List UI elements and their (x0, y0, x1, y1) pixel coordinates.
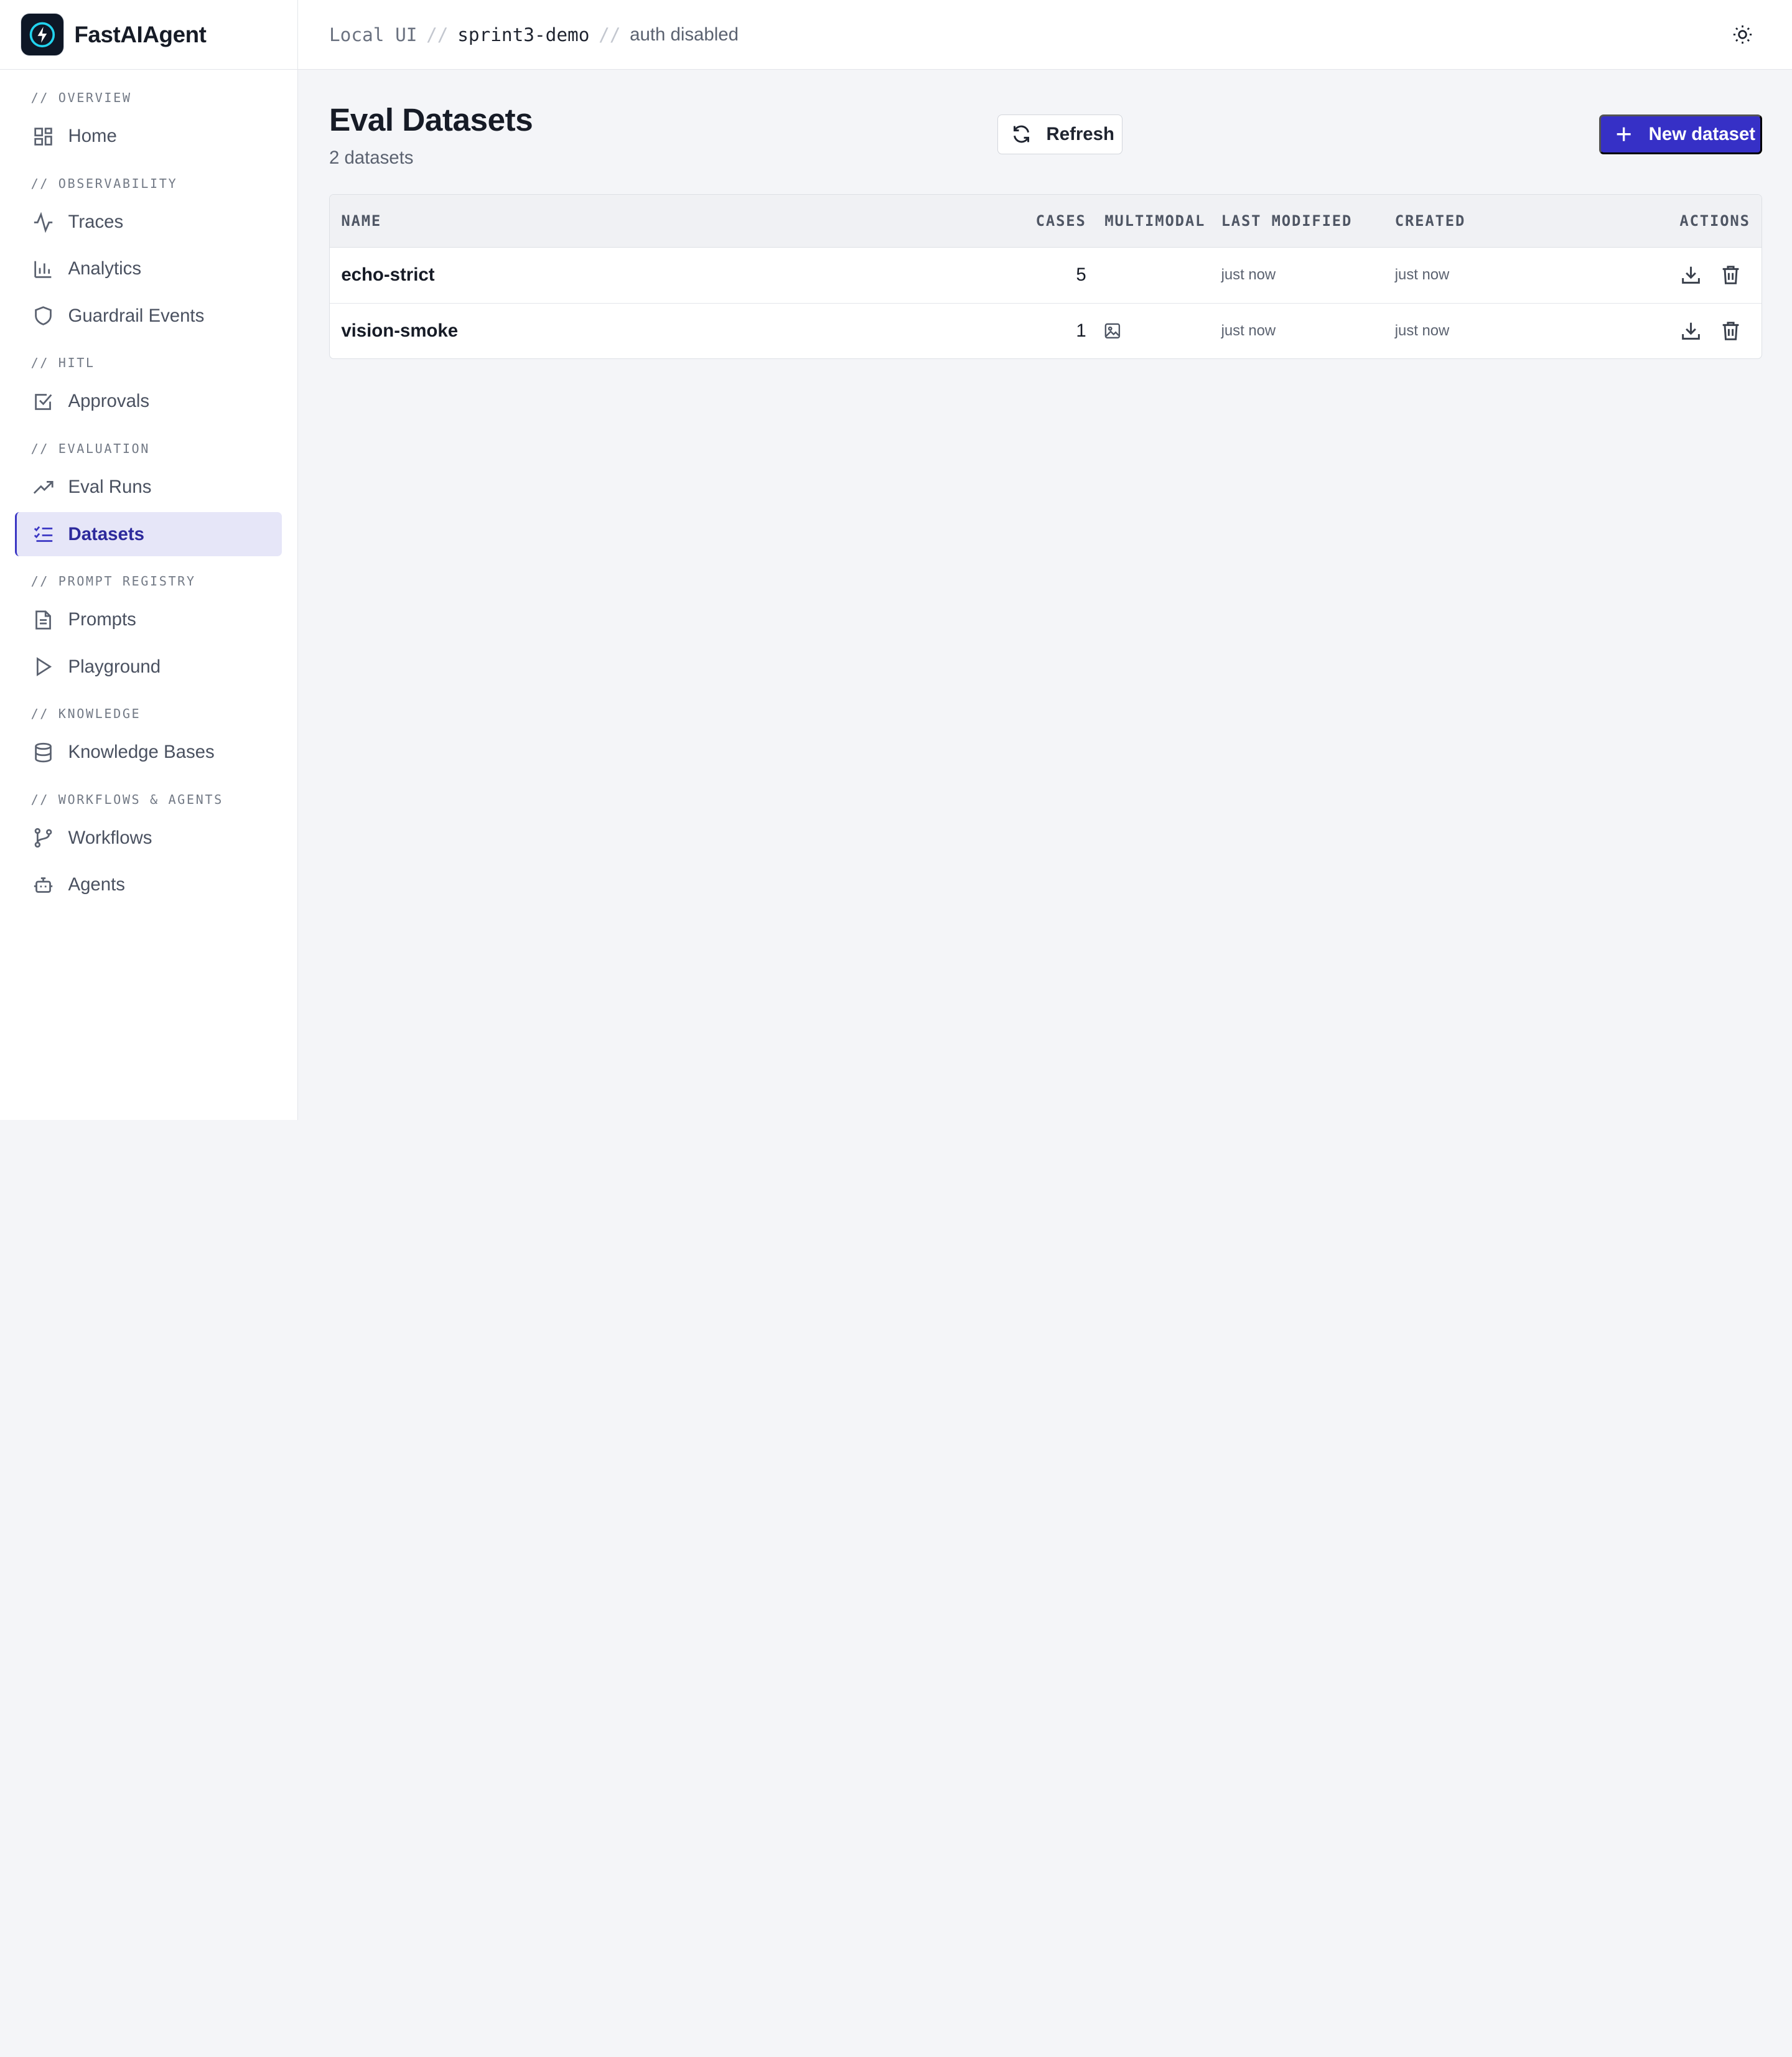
activity-icon (33, 212, 54, 233)
main-content: Local UI // sprint3-demo // auth disable… (298, 0, 1792, 1120)
image-icon (1104, 304, 1121, 358)
shield-icon (33, 306, 54, 326)
auth-status: auth disabled (630, 24, 739, 45)
sidebar-item-label: Analytics (68, 258, 142, 279)
sidebar-item-label: Agents (68, 874, 125, 895)
sidebar-item-datasets[interactable]: Datasets (14, 511, 282, 557)
sidebar-item-label: Eval Runs (68, 477, 152, 498)
dataset-cases: 1 (1076, 320, 1086, 341)
dataset-cases: 5 (1076, 264, 1086, 285)
section-label-prompt-registry: // PROMPT REGISTRY (30, 574, 196, 589)
sidebar-item-label: Home (68, 126, 117, 147)
breadcrumb-separator: // (426, 24, 449, 45)
app-root: FastAIAgent // OVERVIEW Home // OBSERVAB… (0, 0, 1792, 1120)
sidebar-nav: // OVERVIEW Home // OBSERVABILITY Traces (0, 70, 297, 907)
dataset-last-modified: just now (1221, 266, 1276, 283)
table-row[interactable]: echo-strict 5 just now just now (329, 248, 1762, 304)
download-icon[interactable] (1681, 320, 1701, 341)
new-dataset-button[interactable]: New dataset (1598, 114, 1763, 154)
sidebar-item-agents[interactable]: Agents (15, 862, 282, 907)
sidebar-item-prompts[interactable]: Prompts (15, 597, 282, 642)
dataset-name[interactable]: echo-strict (341, 248, 434, 302)
section-label-evaluation: // EVALUATION (30, 441, 151, 456)
sidebar-item-eval-runs[interactable]: Eval Runs (15, 465, 282, 510)
section-label-workflows-agents: // WORKFLOWS & AGENTS (30, 791, 223, 807)
sidebar-item-approvals[interactable]: Approvals (15, 380, 282, 424)
bot-icon (33, 875, 54, 895)
breadcrumb-project[interactable]: sprint3-demo (457, 24, 589, 45)
git-branch-icon (33, 828, 54, 848)
sidebar-item-label: Playground (68, 656, 161, 677)
dataset-name[interactable]: vision-smoke (341, 304, 458, 358)
section-label-overview: // OVERVIEW (30, 90, 132, 106)
grid-icon (33, 126, 54, 147)
refresh-button[interactable]: Refresh (997, 114, 1122, 154)
column-header-multimodal[interactable]: MULTIMODAL (1104, 195, 1205, 247)
column-header-created[interactable]: CREATED (1395, 195, 1465, 247)
sidebar-item-guardrail-events[interactable]: Guardrail Events (15, 294, 282, 338)
sidebar-item-analytics[interactable]: Analytics (15, 247, 282, 292)
sidebar-item-label: Knowledge Bases (68, 742, 215, 763)
section-label-observability: // OBSERVABILITY (30, 175, 178, 191)
brand-name: FastAIAgent (74, 21, 207, 47)
file-text-icon (33, 610, 54, 630)
table-header: NAME CASES MULTIMODAL LAST MODIFIED CREA… (329, 195, 1762, 248)
column-header-name[interactable]: NAME (341, 195, 381, 247)
plus-icon (1615, 125, 1633, 143)
bar-chart-icon (33, 259, 54, 279)
brand[interactable]: FastAIAgent (0, 0, 298, 70)
column-header-actions: ACTIONS (1679, 212, 1750, 230)
sidebar-item-label: Traces (68, 212, 124, 233)
bolt-logo-icon (21, 12, 64, 57)
sidebar-item-label: Workflows (68, 827, 152, 848)
dataset-last-modified: just now (1221, 322, 1276, 339)
sidebar: FastAIAgent // OVERVIEW Home // OBSERVAB… (0, 0, 299, 1120)
dataset-created: just now (1394, 266, 1450, 283)
topbar: Local UI // sprint3-demo // auth disable… (298, 0, 1792, 70)
section-label-knowledge: // KNOWLEDGE (30, 706, 141, 722)
check-square-icon (33, 391, 54, 412)
trending-up-icon (33, 477, 54, 498)
new-dataset-label: New dataset (1648, 123, 1756, 144)
page-title: Eval Datasets (329, 101, 533, 138)
dataset-created: just now (1394, 322, 1450, 339)
table-row[interactable]: vision-smoke 1 just now just now (330, 304, 1762, 358)
trash-icon[interactable] (1720, 264, 1741, 285)
sidebar-item-label: Guardrail Events (68, 305, 205, 326)
dataset-count: 2 datasets (329, 147, 414, 168)
datasets-table: NAME CASES MULTIMODAL LAST MODIFIED CREA… (329, 194, 1763, 359)
download-icon[interactable] (1681, 264, 1701, 285)
sidebar-item-label: Prompts (68, 609, 136, 630)
column-header-cases[interactable]: CASES (1036, 195, 1086, 247)
column-header-last-modified[interactable]: LAST MODIFIED (1221, 195, 1353, 247)
database-icon (33, 742, 54, 763)
sidebar-item-label: Datasets (68, 523, 144, 544)
section-label-hitl: // HITL (30, 355, 95, 371)
sidebar-item-workflows[interactable]: Workflows (15, 816, 282, 861)
play-icon (33, 656, 54, 677)
sun-icon[interactable] (1732, 24, 1753, 45)
sidebar-item-traces[interactable]: Traces (15, 200, 282, 245)
sidebar-item-home[interactable]: Home (15, 114, 282, 159)
breadcrumb-root[interactable]: Local UI (329, 24, 417, 45)
refresh-icon (1011, 124, 1032, 144)
sidebar-item-knowledge-bases[interactable]: Knowledge Bases (15, 730, 282, 775)
breadcrumb-separator: // (599, 24, 621, 45)
trash-icon[interactable] (1720, 320, 1741, 341)
sidebar-item-playground[interactable]: Playground (15, 645, 282, 689)
list-checks-icon (33, 524, 54, 544)
sidebar-item-label: Approvals (68, 391, 150, 412)
refresh-label: Refresh (1046, 123, 1114, 144)
